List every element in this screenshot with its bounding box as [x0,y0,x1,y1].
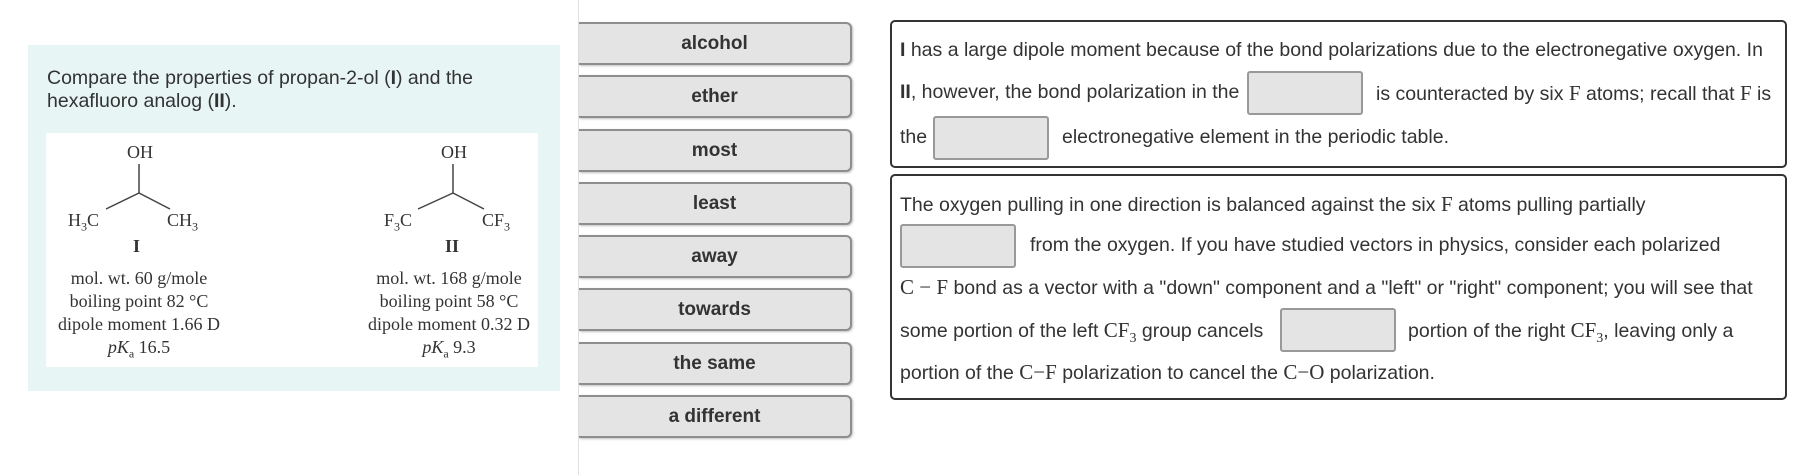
box1-line3b: electronegative element in the periodic … [1062,126,1449,148]
mol2-mol-wt: mol. wt. 168 g/mole [376,268,522,288]
mol1-properties: mol. wt. 60 g/mole boiling point 82 °C d… [46,267,232,366]
mol1-label: I [133,236,141,256]
mol2-dipole-moment: dipole moment 0.32 D [368,314,530,334]
box1-line3a: the [900,126,928,148]
box1-line2: II, however, the bond polarization in th… [900,81,1240,103]
drop-zone-2[interactable] [933,116,1049,160]
box2-line4b: portion of the right CF3, leaving only a [1408,318,1734,346]
box1-line2b: is counteracted by six F atoms; recall t… [1376,81,1772,105]
mol1-dipole-moment: dipole moment 1.66 D [58,314,220,334]
box2-line5: portion of the C−F polarization to cance… [900,360,1435,384]
mol2-properties: mol. wt. 168 g/mole boiling point 58 °C … [354,267,544,366]
answer-chip-alcohol[interactable]: alcohol [579,22,852,65]
molecule-structures-figure: OH H3C CH3 I mol. wt. 60 g/mole boiling … [46,133,538,367]
mol2-label: II [445,236,460,256]
mol1-boiling-point: boiling point 82 °C [69,291,209,311]
answer-chip-least[interactable]: least [579,182,852,225]
answer-chip-ether[interactable]: ether [579,75,852,118]
box2-line2: from the oxygen. If you have studied vec… [1030,234,1721,256]
question-panel: Compare the properties of propan-2-ol (I… [28,45,560,391]
box2-line4a: some portion of the left CF3 group cance… [900,318,1264,346]
mol1-pka: pKa 16.5 [107,337,171,361]
box2-line1: The oxygen pulling in one direction is b… [900,192,1646,216]
question-mol2-label: II [213,90,225,112]
question-text-1: Compare the properties of propan-2-ol ( [47,67,391,89]
answer-chip-most[interactable]: most [579,129,852,172]
question-prompt: Compare the properties of propan-2-ol (I… [47,67,517,113]
mol1-oh-group: OH [127,142,153,162]
mol2-oh-group: OH [441,142,467,162]
mol1-left-group: H3C [68,210,100,234]
answer-chip-towards[interactable]: towards [579,288,852,331]
statement-box-2: The oxygen pulling in one direction is b… [890,174,1787,400]
mol2-right-group: CF3 [482,210,511,234]
mol2-boiling-point: boiling point 58 °C [379,291,519,311]
box2-line3: C − F bond as a vector with a "down" com… [900,275,1753,299]
box1-line1: I has a large dipole moment because of t… [900,39,1763,61]
question-text-3: ). [224,90,237,112]
drop-zone-4[interactable] [1280,308,1396,352]
answer-chip-the-same[interactable]: the same [579,342,852,385]
drop-zone-1[interactable] [1247,71,1363,115]
drop-zone-3[interactable] [900,224,1016,268]
mol1-mol-wt: mol. wt. 60 g/mole [70,268,208,288]
mol1-right-group: CH3 [167,210,199,234]
mol2-left-group: F3C [384,210,413,234]
mol2-pka: pKa 9.3 [422,337,476,361]
answer-chip-away[interactable]: away [579,235,852,278]
answer-chip-a-different[interactable]: a different [579,395,852,438]
statement-box-1: I has a large dipole moment because of t… [890,20,1787,168]
